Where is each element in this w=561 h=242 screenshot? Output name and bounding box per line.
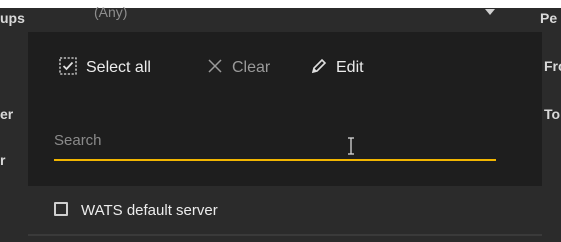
pencil-icon [310,57,328,80]
close-icon [206,57,224,80]
select-all-button[interactable]: Select all [58,56,151,81]
background-label-r: r [0,152,6,168]
row-divider [28,234,542,236]
clear-label: Clear [232,59,271,76]
background-dropdown-value[interactable]: (Any) [94,4,127,20]
background-label-to: To [544,106,561,122]
caret-down-icon[interactable] [485,9,495,15]
background-label-from: Fro [544,58,561,74]
clear-button[interactable]: Clear [206,58,270,78]
search-underline [54,159,496,161]
search-input[interactable] [54,126,496,154]
filter-screen: ups (Any) Pe er r Fro To Select all Clea… [0,0,561,242]
edit-button[interactable]: Edit [310,58,364,78]
list-item[interactable]: WATS default server [28,186,542,236]
option-checkbox[interactable] [54,202,68,216]
background-label-server: er [0,106,14,122]
text-cursor-icon [346,136,356,161]
background-label-groups: ups [0,10,25,26]
filter-popup: Select all Clear Edit [28,32,542,186]
edit-label: Edit [336,59,364,76]
select-all-label: Select all [86,59,151,76]
background-label-period: Pe [540,10,558,26]
option-label: WATS default server [81,202,218,219]
search-field[interactable] [54,126,496,162]
checkbox-select-all-icon [58,56,78,81]
